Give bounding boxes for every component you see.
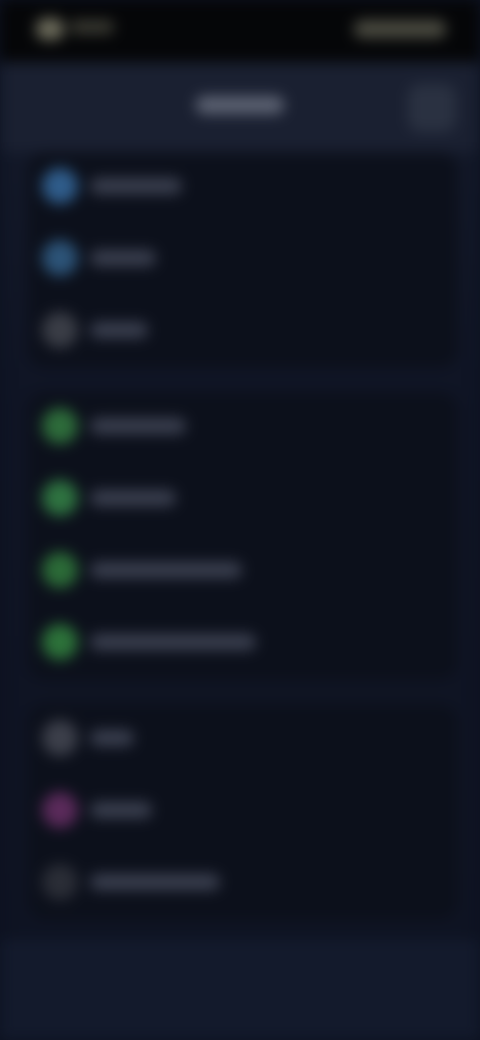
gray-icon: [42, 720, 78, 756]
list-item-label: [90, 562, 242, 578]
bottom-area: [0, 940, 480, 1040]
blue-icon: [42, 240, 78, 276]
page-title: [196, 96, 284, 114]
list-item[interactable]: [28, 608, 458, 680]
dark-icon: [42, 864, 78, 900]
list-item-label: [90, 730, 134, 746]
settings-group-3: [28, 704, 458, 920]
list-item[interactable]: [28, 536, 458, 608]
list-item-label: [90, 250, 156, 266]
list-item[interactable]: [28, 464, 458, 536]
settings-group-2: [28, 392, 458, 680]
status-time: [70, 20, 114, 34]
settings-group-1: [28, 152, 458, 368]
list-item-label: [90, 802, 152, 818]
list-item-label: [90, 874, 220, 890]
list-item-label: [90, 322, 148, 338]
status-bar: [0, 0, 480, 62]
status-right-indicators: [354, 20, 446, 38]
green-icon: [42, 552, 78, 588]
green-icon: [42, 624, 78, 660]
status-left-indicator: [36, 18, 64, 40]
list-item[interactable]: [28, 152, 458, 224]
list-item-label: [90, 634, 256, 650]
list-item[interactable]: [28, 776, 458, 848]
purple-icon: [42, 792, 78, 828]
menu-icon[interactable]: [408, 84, 456, 132]
list-item[interactable]: [28, 296, 458, 368]
blue-icon: [42, 168, 78, 204]
list-item-label: [90, 490, 176, 506]
gray-icon: [42, 312, 78, 348]
list-item[interactable]: [28, 704, 458, 776]
list-item[interactable]: [28, 224, 458, 296]
list-item[interactable]: [28, 848, 458, 920]
list-item-label: [90, 418, 186, 434]
list-item[interactable]: [28, 392, 458, 464]
green-icon: [42, 408, 78, 444]
settings-screen: [0, 0, 480, 1040]
green-icon: [42, 480, 78, 516]
list-item-label: [90, 178, 182, 194]
header: [0, 62, 480, 152]
